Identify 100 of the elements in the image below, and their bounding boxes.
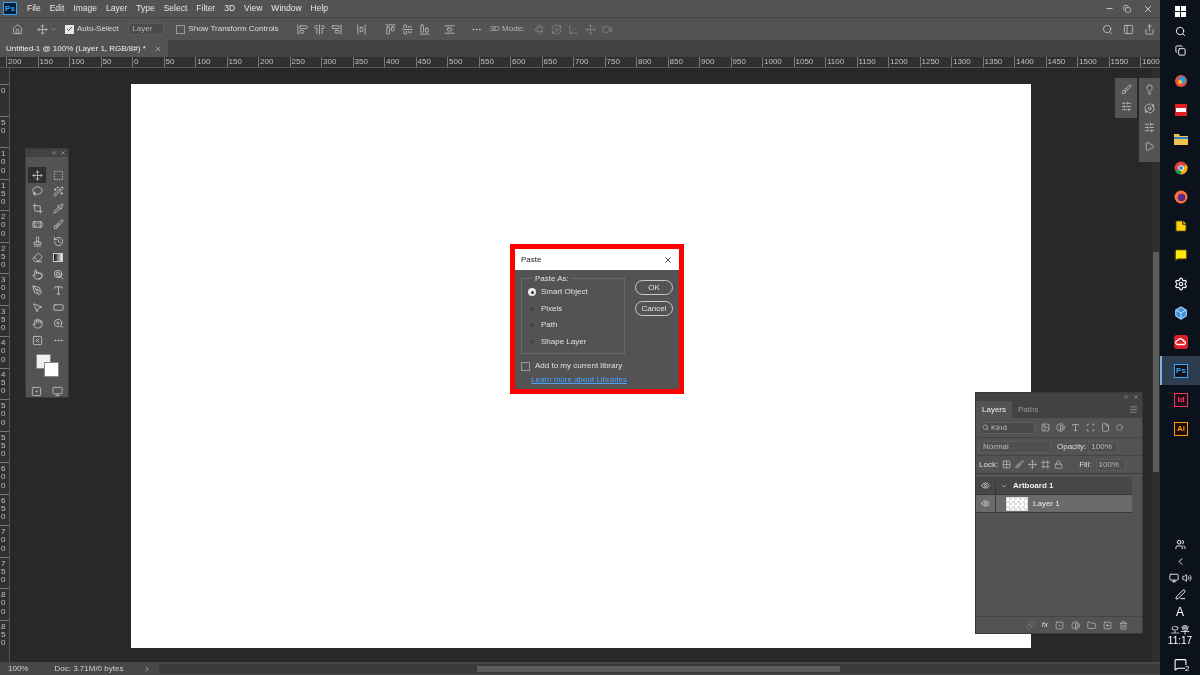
ruler-label: 750 <box>1 559 7 585</box>
move-icon[interactable] <box>1028 460 1038 469</box>
brush-icon[interactable] <box>1120 84 1132 95</box>
camera-icon[interactable] <box>602 23 614 35</box>
checkbox[interactable] <box>521 361 530 371</box>
home-icon[interactable] <box>12 23 23 35</box>
lightbulb-icon[interactable] <box>1144 84 1155 95</box>
distribute-icon[interactable] <box>355 23 367 35</box>
layer-row[interactable]: Artboard 1 <box>976 477 1132 495</box>
sliders-icon[interactable] <box>1144 122 1155 133</box>
input-indicator[interactable]: A <box>1176 606 1184 618</box>
menu-item[interactable]: Layer <box>106 2 128 15</box>
brush-icon[interactable] <box>1015 460 1025 469</box>
share-icon[interactable] <box>1144 23 1155 35</box>
menu-item[interactable]: Select <box>163 2 188 15</box>
ruler-label: 200 <box>1 213 7 239</box>
menu-item[interactable]: 3D <box>224 2 236 15</box>
new-layer-icon[interactable] <box>1103 620 1112 630</box>
shape-icon[interactable] <box>1086 423 1095 432</box>
caret-icon[interactable] <box>50 25 57 33</box>
color-swatches[interactable] <box>36 354 62 380</box>
ruler-label: 100 <box>71 57 85 66</box>
checkbox[interactable] <box>176 24 186 34</box>
orbit-icon[interactable] <box>1144 103 1155 114</box>
radio-button[interactable] <box>528 288 536 296</box>
notification-icon[interactable] <box>1173 658 1187 671</box>
network-icon[interactable] <box>1168 573 1179 583</box>
menu-item[interactable]: Filter <box>196 2 216 15</box>
contrast-icon[interactable] <box>1056 423 1065 432</box>
screen-mode-icon[interactable] <box>52 386 63 397</box>
move-icon[interactable] <box>585 23 597 35</box>
task-view-icon[interactable] <box>1174 44 1186 56</box>
people-icon[interactable] <box>1174 539 1186 550</box>
close-icon[interactable] <box>1143 3 1153 14</box>
pen-icon[interactable] <box>1174 589 1186 600</box>
quick-mask-icon[interactable] <box>31 386 42 397</box>
folder-icon[interactable] <box>1087 620 1096 630</box>
taskbar-app[interactable]: Ps <box>1160 356 1200 385</box>
adjustment-icon[interactable] <box>1071 620 1080 630</box>
ruler-label: 650 <box>543 57 557 66</box>
effects-button[interactable]: fx <box>1041 619 1048 631</box>
align-right-icon[interactable] <box>330 23 342 35</box>
horizontal-scrollbar[interactable] <box>159 663 1160 674</box>
close-icon[interactable] <box>663 254 673 265</box>
type-icon[interactable] <box>1071 423 1080 432</box>
windows-icon[interactable] <box>1174 5 1186 17</box>
blend-mode-dropdown[interactable]: Normal <box>979 440 1051 453</box>
layer-row[interactable]: Layer 1 <box>976 495 1132 513</box>
menu-item[interactable]: Type <box>136 2 155 15</box>
move-icon[interactable] <box>37 23 48 35</box>
lock-icon[interactable] <box>1054 460 1064 469</box>
align-bottom-icon[interactable] <box>418 23 430 35</box>
panel-tab[interactable]: Paths <box>1012 401 1045 418</box>
document-tab[interactable]: Untitled-1 @ 100% (Layer 1, RGB/8#) * <box>0 40 168 57</box>
ruler-label: 0 <box>134 57 139 66</box>
rotate-3d-icon[interactable] <box>534 23 546 35</box>
ruler-label: 150 <box>228 57 242 66</box>
image-icon[interactable] <box>1041 423 1050 432</box>
grid-icon[interactable] <box>1002 460 1012 469</box>
collapse-icon[interactable] <box>51 150 57 156</box>
target-dropdown[interactable]: Layer <box>128 23 165 35</box>
menu-item[interactable]: File <box>27 2 41 15</box>
tool-button[interactable] <box>28 167 46 183</box>
trash-icon[interactable] <box>1119 620 1128 630</box>
zoom-icon <box>52 318 64 329</box>
align-middle-icon[interactable] <box>401 23 413 35</box>
align-left-icon[interactable] <box>296 23 308 35</box>
visibility-icon[interactable] <box>981 481 990 490</box>
opacity-field[interactable]: 100% <box>1088 440 1119 453</box>
cube-icon <box>1174 305 1188 320</box>
sliders-icon[interactable] <box>1120 101 1132 112</box>
restore-icon[interactable] <box>1123 4 1131 13</box>
fill-field[interactable]: 100% <box>1095 458 1126 471</box>
search-icon[interactable] <box>1174 25 1186 37</box>
align-center-icon[interactable] <box>313 23 325 35</box>
opacity-label: Opacity: <box>1057 440 1087 453</box>
menu-item[interactable]: Help <box>310 2 329 15</box>
distribute-icon[interactable] <box>443 23 455 35</box>
pointer-icon <box>31 301 43 313</box>
frame-icon[interactable] <box>1041 460 1051 469</box>
workspace-icon[interactable] <box>1123 23 1134 35</box>
menu-item[interactable]: Window <box>271 2 302 15</box>
volume-icon[interactable] <box>1181 573 1192 583</box>
align-top-icon[interactable] <box>384 23 396 35</box>
play-icon[interactable] <box>1144 141 1155 152</box>
toggle-icon[interactable] <box>1116 424 1123 431</box>
orbit-icon[interactable] <box>551 23 563 35</box>
taskbar-app[interactable]: Id <box>1160 385 1200 414</box>
visibility-icon[interactable] <box>981 499 990 508</box>
mask-icon[interactable] <box>1055 620 1064 630</box>
menu-icon[interactable] <box>1129 405 1138 414</box>
menu-item[interactable]: Image <box>73 2 97 15</box>
menu-item[interactable]: Edit <box>49 2 65 15</box>
taskbar-app[interactable]: Ai <box>1160 414 1200 443</box>
clock[interactable]: 오후 11:17 <box>1160 624 1200 646</box>
document-icon[interactable] <box>1101 423 1110 432</box>
panel-tab[interactable]: Layers <box>976 401 1012 418</box>
filter-field[interactable]: Kind <box>979 421 1035 434</box>
menu-item[interactable]: View <box>244 2 263 15</box>
collapse-icon[interactable] <box>1123 394 1129 400</box>
